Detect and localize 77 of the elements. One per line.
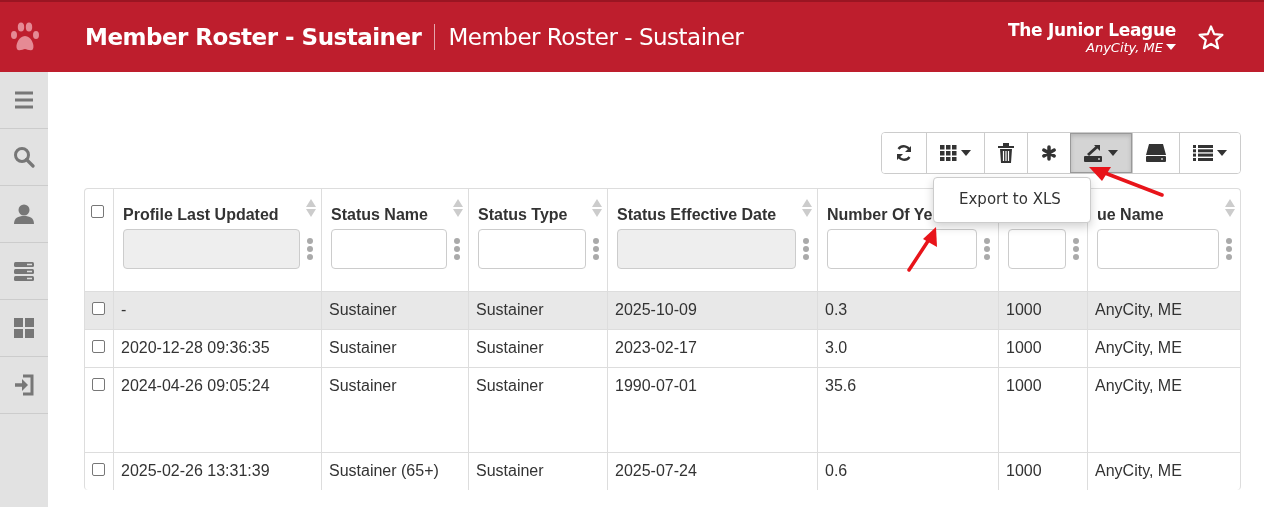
caret-icon bbox=[1166, 44, 1176, 50]
asterisk-icon bbox=[1041, 145, 1057, 161]
dashboard-icon[interactable] bbox=[13, 317, 35, 339]
table-cell: 1000 bbox=[1006, 339, 1042, 357]
grid-icon bbox=[940, 145, 957, 161]
kebab-icon[interactable] bbox=[1226, 238, 1232, 260]
refresh-icon bbox=[895, 144, 913, 162]
table-cell: Sustainer bbox=[329, 301, 397, 319]
star-icon[interactable] bbox=[1198, 24, 1224, 50]
list-button[interactable] bbox=[1179, 133, 1240, 173]
search-icon[interactable] bbox=[13, 146, 35, 168]
table-cell: Sustainer bbox=[476, 462, 544, 480]
kebab-icon[interactable] bbox=[593, 238, 599, 260]
table-cell: AnyCity, ME bbox=[1095, 301, 1182, 319]
list-icon bbox=[1193, 145, 1213, 161]
table-cell: 1000 bbox=[1006, 301, 1042, 319]
table-cell: 2020-12-28 09:36:35 bbox=[121, 339, 270, 357]
checkbox[interactable] bbox=[91, 205, 104, 218]
caret-icon bbox=[1217, 150, 1227, 156]
checkbox[interactable] bbox=[92, 378, 105, 391]
kebab-icon[interactable] bbox=[984, 238, 990, 260]
table-cell: Sustainer bbox=[329, 339, 397, 357]
table-cell: AnyCity, ME bbox=[1095, 462, 1182, 480]
filter-field[interactable] bbox=[1008, 229, 1066, 269]
table-cell: 1000 bbox=[1006, 462, 1042, 480]
table-cell: Sustainer bbox=[476, 301, 544, 319]
table-cell: Sustainer (65+) bbox=[329, 462, 439, 480]
table-cell: AnyCity, ME bbox=[1095, 377, 1182, 395]
kebab-icon[interactable] bbox=[803, 238, 809, 260]
caret-icon bbox=[961, 150, 971, 156]
table-cell: Sustainer bbox=[476, 377, 544, 395]
column-header[interactable]: Profile Last Updated bbox=[123, 201, 279, 229]
export-icon bbox=[1084, 144, 1104, 162]
table-cell: Sustainer bbox=[329, 377, 397, 395]
filter-field[interactable] bbox=[478, 229, 586, 269]
location-dropdown[interactable]: AnyCity, ME bbox=[1086, 39, 1176, 55]
table-cell: - bbox=[121, 301, 127, 319]
paw-icon bbox=[10, 22, 40, 52]
drive-icon bbox=[1146, 144, 1166, 162]
table-cell: Sustainer bbox=[476, 339, 544, 357]
table-cell: 1000 bbox=[1006, 377, 1042, 395]
kebab-icon[interactable] bbox=[454, 238, 460, 260]
user-icon[interactable] bbox=[13, 203, 35, 225]
table-cell: 2024-04-26 09:05:24 bbox=[121, 377, 270, 395]
table-cell: 0.3 bbox=[825, 301, 848, 319]
table-cell: 3.0 bbox=[825, 339, 848, 357]
table-cell: 2025-10-09 bbox=[615, 301, 697, 319]
column-header[interactable]: Status Type bbox=[478, 201, 568, 229]
table-cell: 1990-07-01 bbox=[615, 377, 697, 395]
checkbox[interactable] bbox=[92, 340, 105, 353]
checkbox[interactable] bbox=[92, 463, 105, 476]
page-subtitle: Member Roster - Sustainer bbox=[448, 24, 744, 50]
filter-field[interactable] bbox=[1097, 229, 1219, 269]
filter-field[interactable] bbox=[331, 229, 447, 269]
trash-icon bbox=[998, 143, 1014, 163]
column-header[interactable]: ue Name bbox=[1097, 201, 1164, 229]
table-cell: 0.6 bbox=[825, 462, 848, 480]
kebab-icon[interactable] bbox=[307, 238, 313, 260]
table-cell: 2023-02-17 bbox=[615, 339, 697, 357]
organization-name: The Junior League bbox=[1007, 19, 1176, 40]
kebab-icon[interactable] bbox=[1073, 238, 1079, 260]
column-header[interactable]: Status Effective Date bbox=[617, 201, 777, 229]
filter-field[interactable] bbox=[827, 229, 977, 269]
caret-icon bbox=[1108, 150, 1118, 156]
table-cell: 2025-07-24 bbox=[615, 462, 697, 480]
table-cell: 35.6 bbox=[825, 377, 857, 395]
menu-icon[interactable] bbox=[13, 89, 35, 111]
table-cell: AnyCity, ME bbox=[1095, 339, 1182, 357]
sign-out-icon[interactable] bbox=[13, 374, 35, 396]
table-cell: 2025-02-26 13:31:39 bbox=[121, 462, 270, 480]
column-header[interactable]: Status Name bbox=[331, 201, 428, 229]
column-header[interactable]: Number Of Ye bbox=[827, 201, 933, 229]
page-title: Member Roster - Sustainer bbox=[85, 24, 422, 50]
server-icon[interactable] bbox=[13, 260, 35, 282]
menu-item[interactable]: Export to XLS bbox=[934, 190, 1090, 208]
checkbox[interactable] bbox=[92, 302, 105, 315]
export-button[interactable] bbox=[1070, 133, 1132, 173]
